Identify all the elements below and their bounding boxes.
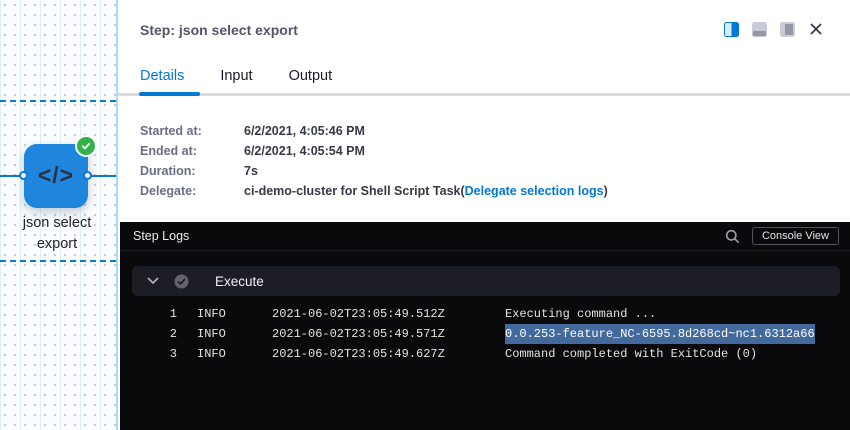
log-line[interactable]: 3 INFO 2021-06-02T23:05:49.627Z Command …	[120, 344, 850, 364]
log-line-number: 3	[120, 344, 177, 364]
log-line[interactable]: 2 INFO 2021-06-02T23:05:49.571Z 0.0.253-…	[120, 324, 850, 344]
detail-row-delegate: Delegate: ci-demo-cluster for Shell Scri…	[140, 181, 608, 201]
detail-value-suffix: )	[604, 184, 608, 198]
log-level: INFO	[197, 344, 252, 364]
log-level: INFO	[197, 304, 252, 324]
tab-track	[118, 93, 850, 96]
split-view-icon[interactable]	[724, 22, 739, 37]
node-label: json select export	[0, 213, 114, 255]
code-icon: </>	[38, 162, 74, 189]
log-message: Executing command ...	[505, 304, 656, 324]
active-tab-indicator	[139, 92, 200, 96]
step-logs-title: Step Logs	[133, 229, 189, 243]
console-view-button[interactable]: Console View	[752, 227, 839, 245]
step-metadata: Started at: 6/2/2021, 4:05:46 PM Ended a…	[140, 121, 608, 201]
log-timestamp: 2021-06-02T23:05:49.627Z	[272, 344, 505, 364]
detail-row-started: Started at: 6/2/2021, 4:05:46 PM	[140, 121, 608, 141]
pipeline-node-json-select-export[interactable]: </>	[24, 144, 88, 208]
detail-label: Duration:	[140, 164, 244, 178]
detail-label: Started at:	[140, 124, 244, 138]
panel-title: Step: json select export	[140, 22, 298, 38]
log-lines: 1 INFO 2021-06-02T23:05:49.512Z Executin…	[120, 304, 850, 364]
right-view-icon[interactable]	[780, 22, 795, 37]
detail-tabs: Details Input Output	[140, 68, 332, 84]
stage-boundary-top	[0, 100, 116, 102]
bottom-view-icon[interactable]	[752, 22, 767, 37]
node-port-left[interactable]	[19, 171, 28, 180]
detail-value: 6/2/2021, 4:05:54 PM	[244, 144, 365, 158]
search-icon[interactable]	[725, 229, 740, 244]
log-line[interactable]: 1 INFO 2021-06-02T23:05:49.512Z Executin…	[120, 304, 850, 324]
log-message: Command completed with ExitCode (0)	[505, 344, 757, 364]
log-level: INFO	[197, 324, 252, 344]
chevron-down-icon[interactable]	[147, 277, 159, 285]
log-line-number: 1	[120, 304, 177, 324]
step-logs-header: Step Logs Console View	[120, 222, 850, 251]
section-success-icon	[174, 274, 189, 289]
delegate-selection-logs-link[interactable]: Delegate selection logs	[465, 184, 604, 198]
log-message-selected: 0.0.253-feature_NC-6595.8d268cd~nc1.6312…	[505, 324, 815, 344]
log-line-number: 2	[120, 324, 177, 344]
log-section-execute[interactable]: Execute	[132, 266, 840, 296]
stage-boundary-bottom	[0, 260, 116, 262]
close-icon[interactable]	[808, 21, 824, 37]
step-logs-panel: Step Logs Console View Execute 1	[120, 222, 850, 430]
detail-row-ended: Ended at: 6/2/2021, 4:05:54 PM	[140, 141, 608, 161]
log-timestamp: 2021-06-02T23:05:49.571Z	[272, 324, 505, 344]
log-timestamp: 2021-06-02T23:05:49.512Z	[272, 304, 505, 324]
tab-details[interactable]: Details	[140, 68, 184, 84]
detail-value: ci-demo-cluster for Shell Script Task(	[244, 184, 465, 198]
detail-value: 6/2/2021, 4:05:46 PM	[244, 124, 365, 138]
detail-label: Delegate:	[140, 184, 244, 198]
tab-input[interactable]: Input	[220, 68, 252, 84]
node-port-right[interactable]	[83, 171, 92, 180]
log-section-title: Execute	[215, 274, 264, 289]
pipeline-canvas[interactable]: </> json select export	[0, 0, 116, 430]
success-check-icon	[77, 137, 95, 155]
detail-value: 7s	[244, 164, 258, 178]
tab-output[interactable]: Output	[289, 68, 333, 84]
detail-label: Ended at:	[140, 144, 244, 158]
panel-view-controls	[724, 21, 824, 37]
pipeline-step-screen: </> json select export Step: json select…	[0, 0, 850, 430]
detail-row-duration: Duration: 7s	[140, 161, 608, 181]
step-details-panel: Step: json select export Details Input O…	[116, 0, 850, 430]
